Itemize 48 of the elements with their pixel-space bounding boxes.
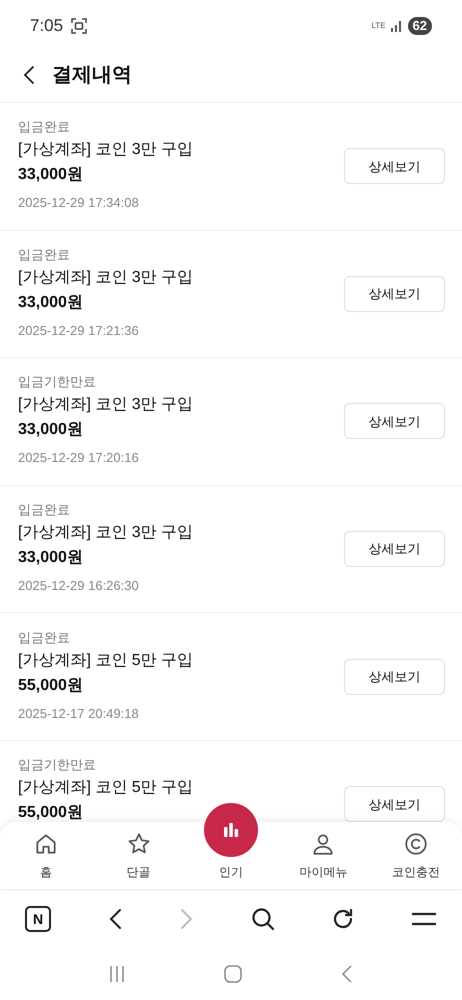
nav-tab[interactable]: 인기 (184, 803, 278, 881)
battery-indicator: 62 (408, 17, 432, 35)
details-button[interactable]: 상세보기 (344, 276, 445, 312)
payment-amount: 33,000원 (18, 292, 84, 313)
payment-title: [가상계좌] 코인 3만 구입 (18, 395, 194, 416)
screenshot-icon (71, 18, 88, 34)
details-button[interactable]: 상세보기 (344, 531, 445, 568)
payment-title: [가상계좌] 코인 5만 구입 (18, 778, 194, 798)
payment-date: 2025-12-29 17:21:36 (18, 322, 140, 340)
payment-status: 입금완료 (18, 246, 71, 264)
nav-tab[interactable]: 코인충전 (370, 831, 462, 881)
recent-apps-icon[interactable] (108, 965, 126, 983)
payment-title: [가상계좌] 코인 3만 구입 (18, 140, 194, 160)
payment-title: [가상계좌] 코인 3만 구입 (18, 523, 194, 544)
payment-status: 입금완료 (18, 628, 71, 647)
network-label: LTE (371, 22, 386, 30)
payment-status: 입금완료 (18, 118, 71, 136)
payment-status: 입금완료 (18, 501, 71, 520)
payment-amount: 55,000원 (18, 803, 84, 822)
coin-icon (402, 831, 429, 857)
payment-title: [가상계좌] 코인 5만 구입 (18, 650, 194, 671)
signal-icon (390, 20, 404, 32)
payment-amount: 33,000원 (18, 165, 84, 186)
details-button[interactable]: 상세보기 (344, 148, 445, 184)
status-time: 7:05 (30, 15, 64, 38)
payment-amount: 33,000원 (18, 420, 84, 440)
details-button[interactable]: 상세보기 (344, 403, 445, 440)
payment-date: 2025-12-17 20:49:18 (18, 704, 140, 723)
payment-status: 입금기한만료 (18, 756, 97, 774)
nav-tab[interactable]: 마이메뉴 (277, 831, 370, 881)
payment-title: [가상계좌] 코인 3만 구입 (18, 268, 194, 288)
search-icon[interactable] (251, 907, 275, 931)
payment-amount: 55,000원 (18, 676, 84, 696)
details-button[interactable]: 상세보기 (344, 658, 445, 695)
home-button-icon[interactable] (222, 964, 243, 984)
nav-tab[interactable]: 단골 (92, 831, 185, 881)
payment-date: 2025-12-29 17:34:08 (18, 194, 140, 212)
payment-date: 2025-12-29 16:26:30 (18, 577, 140, 596)
payment-date: 2025-12-29 17:20:16 (18, 449, 140, 468)
payment-status: 입금기한만료 (18, 373, 97, 392)
page-title: 결제내역 (52, 63, 132, 88)
nav-tab[interactable]: 홈 (0, 831, 92, 881)
browser-home-logo[interactable]: N (25, 906, 51, 932)
payment-amount: 33,000원 (18, 548, 84, 568)
menu-icon[interactable] (411, 912, 437, 926)
back-icon[interactable] (107, 908, 123, 930)
refresh-icon[interactable] (331, 907, 355, 931)
details-button[interactable]: 상세보기 (344, 786, 445, 822)
